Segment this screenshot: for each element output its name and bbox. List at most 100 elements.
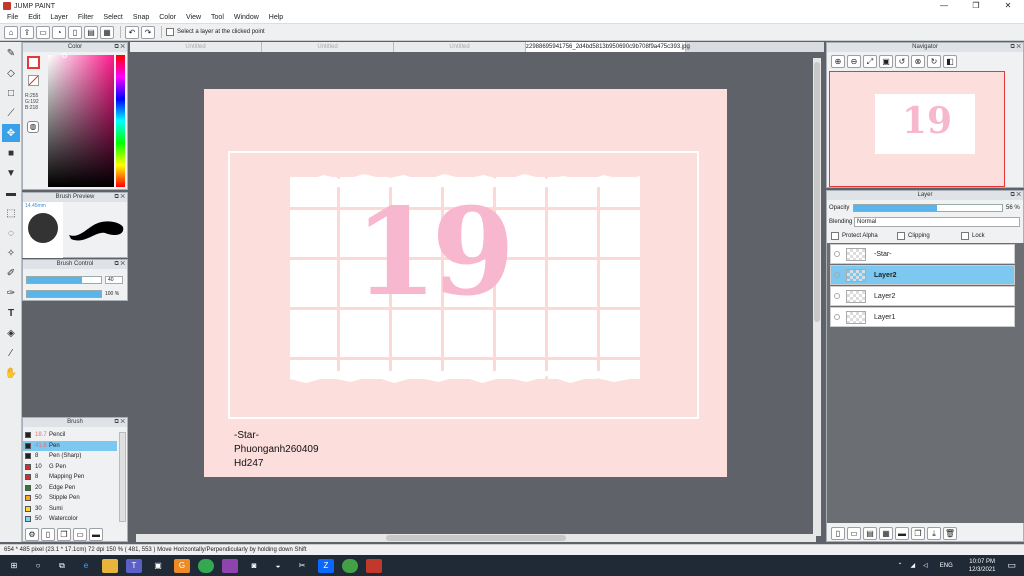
fit-icon[interactable]: ⤢	[863, 55, 877, 68]
duplicate-layer-icon[interactable]: ❐	[911, 527, 925, 540]
new-file-icon[interactable]: ▯	[68, 25, 82, 39]
brush-list-item[interactable]: 30 Sumi	[23, 504, 117, 515]
menu-view[interactable]: View	[181, 12, 206, 24]
text-tool-icon[interactable]: T	[2, 304, 20, 322]
layer-row[interactable]: -Star-	[830, 244, 1015, 264]
palette-icon[interactable]: ◍	[27, 121, 39, 133]
new-folder-icon[interactable]: ▬	[895, 527, 909, 540]
brush-list-item[interactable]: 8 Pen (Sharp)	[23, 451, 117, 462]
horizontal-scrollbar[interactable]	[136, 534, 816, 542]
grid-icon[interactable]: ▦	[100, 25, 114, 39]
menu-edit[interactable]: Edit	[23, 12, 45, 24]
rotate-left-icon[interactable]: ↺	[895, 55, 909, 68]
navigator-thumbnail[interactable]: 19	[829, 71, 1005, 187]
file-explorer-icon[interactable]	[102, 558, 118, 573]
saturation-value-picker[interactable]	[48, 55, 114, 187]
layer-row[interactable]: Layer2	[830, 286, 1015, 306]
layer-row[interactable]: Layer1	[830, 307, 1015, 327]
line-tool-icon[interactable]: ⟋	[2, 104, 20, 122]
layer-visibility-icon[interactable]	[834, 293, 840, 299]
minimize-button[interactable]: —	[928, 0, 960, 12]
foreground-color-swatch[interactable]	[27, 56, 40, 69]
clipping-checkbox[interactable]	[897, 232, 905, 240]
brush-list-item[interactable]: 10 G Pen	[23, 462, 117, 473]
search-icon[interactable]: ○	[30, 559, 46, 573]
new-layer-1bit-icon[interactable]: ▤	[863, 527, 877, 540]
brush-list-scrollbar[interactable]	[119, 432, 126, 522]
hand-tool-icon[interactable]: ✋	[2, 364, 20, 382]
menu-layer[interactable]: Layer	[45, 12, 73, 24]
brush-size-slider[interactable]	[26, 276, 102, 284]
layer-opacity-slider[interactable]	[853, 204, 1003, 212]
home-icon[interactable]: ⌂	[4, 25, 18, 39]
brush-opacity-slider[interactable]	[26, 290, 102, 298]
tab-untitled-1[interactable]: Untitled	[130, 42, 262, 52]
layer-visibility-icon[interactable]	[834, 314, 840, 320]
notification-icon[interactable]: ▭	[1007, 560, 1016, 571]
rotate-reset-icon[interactable]: ⊗	[911, 55, 925, 68]
brush-list-item[interactable]: 18.7 Pencil	[23, 430, 117, 441]
menu-filter[interactable]: Filter	[73, 12, 99, 24]
brush-list-item[interactable]: 41.8 Pen	[23, 440, 117, 451]
menu-window[interactable]: Window	[229, 12, 264, 24]
zoom-out-icon[interactable]: ⊖	[847, 55, 861, 68]
windows-start-icon[interactable]: ⊞	[6, 559, 22, 573]
brush-copy-icon[interactable]: ❐	[57, 528, 71, 541]
gradient-tool-icon[interactable]: ▬	[2, 184, 20, 202]
brush-list-item[interactable]: 50 Stipple Pen	[23, 493, 117, 504]
fill-rect-tool-icon[interactable]: ■	[2, 144, 20, 162]
brush-size-value[interactable]: 40	[105, 276, 123, 284]
divide-tool-icon[interactable]: ◈	[2, 324, 20, 342]
camera-icon[interactable]: ◙	[246, 559, 262, 573]
app-purple-icon[interactable]	[222, 558, 238, 573]
delete-layer-icon[interactable]: 🗑	[943, 527, 957, 540]
background-color-swatch[interactable]	[28, 75, 39, 86]
select-eraser-tool-icon[interactable]: ✑	[2, 284, 20, 302]
flip-icon[interactable]: ◧	[943, 55, 957, 68]
actual-size-icon[interactable]: ▣	[879, 55, 893, 68]
eyedropper-tool-icon[interactable]: ⁄	[2, 344, 20, 362]
lock-checkbox[interactable]	[961, 232, 969, 240]
network-icon[interactable]: ◢	[911, 562, 916, 569]
redo-icon[interactable]: ↷	[141, 25, 155, 39]
vertical-scrollbar[interactable]	[813, 58, 821, 536]
brush-new-icon[interactable]: ▯	[41, 528, 55, 541]
language-indicator[interactable]: ENG	[940, 563, 953, 569]
tray-chevron-icon[interactable]: ⌃	[897, 562, 902, 569]
task-view-icon[interactable]: ⧉	[54, 559, 70, 573]
merge-layer-icon[interactable]: ⤓	[927, 527, 941, 540]
tab-active-image[interactable]: z2988695941756_2d4bd5813b950690c9b708f9a…	[526, 42, 690, 52]
layer-visibility-icon[interactable]	[834, 251, 840, 257]
new-halftone-layer-icon[interactable]: ▦	[879, 527, 893, 540]
brush-settings-icon[interactable]: ⚙	[25, 528, 39, 541]
teams-icon[interactable]: T	[126, 558, 142, 573]
clock[interactable]: 10:07 PM 12/3/2021	[969, 558, 996, 574]
app-circle-icon[interactable]: ◒	[270, 559, 286, 573]
zalo-icon[interactable]: Z	[318, 558, 334, 573]
tab-untitled-2[interactable]: Untitled	[262, 42, 394, 52]
brush-tool-icon[interactable]: ✎	[2, 44, 20, 62]
page-icon[interactable]: ▤	[84, 25, 98, 39]
bucket-tool-icon[interactable]: ▼	[2, 164, 20, 182]
new-layer-icon[interactable]: ▯	[831, 527, 845, 540]
menu-select[interactable]: Select	[98, 12, 127, 24]
chrome-icon[interactable]	[198, 558, 214, 573]
store-icon[interactable]: ▣	[150, 559, 166, 573]
rect-tool-icon[interactable]: □	[2, 84, 20, 102]
magic-wand-tool-icon[interactable]: ✧	[2, 244, 20, 262]
menu-file[interactable]: File	[2, 12, 23, 24]
comment-icon[interactable]: ▭	[36, 25, 50, 39]
app-orange-icon[interactable]: G	[174, 558, 190, 573]
move-tool-icon[interactable]: ✥	[2, 124, 20, 142]
capcut-icon[interactable]: ✂	[294, 559, 310, 573]
select-layer-checkbox[interactable]	[166, 28, 174, 36]
zoom-in-icon[interactable]: ⊕	[831, 55, 845, 68]
close-button[interactable]: ✕	[992, 0, 1024, 12]
upload-icon[interactable]: ⇪	[20, 25, 34, 39]
brush-duplicate-icon[interactable]: ▭	[73, 528, 87, 541]
app-green-icon[interactable]	[342, 558, 358, 573]
undo-icon[interactable]: ↶	[125, 25, 139, 39]
jump-paint-taskbar-icon[interactable]	[366, 558, 382, 573]
protect-alpha-checkbox[interactable]	[831, 232, 839, 240]
blending-select[interactable]: Normal	[854, 217, 1020, 227]
